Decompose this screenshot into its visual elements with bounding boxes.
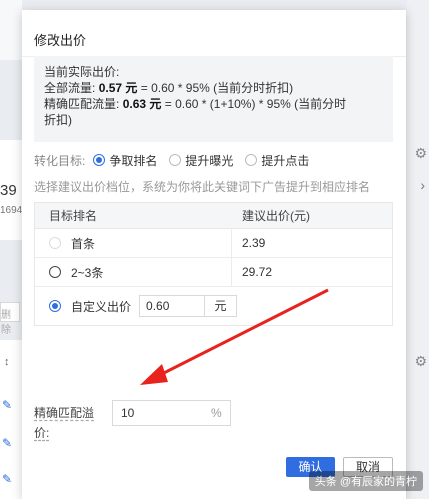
edit-bid-modal: 修改出价 当前实际出价: 全部流量: 0.57 元 = 0.60 * 95% (… <box>22 10 406 499</box>
bg-metric-value: 39 <box>0 182 17 199</box>
radio-selected-icon[interactable] <box>49 300 61 312</box>
table-row[interactable]: 2~3条 29.72 <box>35 258 392 287</box>
watermark: 头条 @有辰家的青柠 <box>308 471 423 491</box>
radio-empty-icon <box>245 154 258 166</box>
radio-empty-icon <box>169 154 182 166</box>
suggested-bid-table: 目标排名 建议出价(元) 首条 2.39 2~3条 29.72 自定义出价 0.… <box>34 202 393 326</box>
bg-strip <box>0 0 22 60</box>
current-price-panel: 当前实际出价: 全部流量: 0.57 元 = 0.60 * 95% (当前分时折… <box>34 56 393 142</box>
table-header: 目标排名 建议出价(元) <box>35 203 392 229</box>
exact-traffic-formula: = 0.60 * (1+10%) * 95% (当前分时 <box>164 97 347 111</box>
all-traffic-line: 全部流量: 0.57 元 = 0.60 * 95% (当前分时折扣) <box>44 80 383 96</box>
edit-icon[interactable]: ✎ <box>2 436 12 450</box>
radio-exposure[interactable]: 提升曝光 <box>169 152 233 169</box>
bg-delete-button[interactable]: 删除 <box>0 302 20 336</box>
exact-premium-unit: % <box>211 406 222 420</box>
custom-bid-input[interactable]: 0.60 <box>139 295 206 317</box>
exact-traffic-formula-cont: 折扣) <box>44 113 72 127</box>
custom-bid-unit: 元 <box>205 295 238 317</box>
radio-rank[interactable]: 争取排名 <box>93 152 157 169</box>
bg-right-panel <box>407 0 429 499</box>
all-traffic-formula: = 0.60 * 95% (当前分时折扣) <box>140 81 294 95</box>
radio-selected-icon <box>93 154 106 166</box>
header-target-rank: 目标排名 <box>49 209 98 223</box>
price-value: 29.72 <box>242 265 273 279</box>
chevron-right-icon[interactable]: › <box>420 177 425 193</box>
sort-icon[interactable]: ↕ <box>4 356 10 368</box>
gear-icon[interactable]: ⚙ <box>414 353 427 370</box>
gear-icon[interactable]: ⚙ <box>414 145 427 162</box>
radio-label: 提升曝光 <box>185 153 234 168</box>
conversion-target-label: 转化目标: <box>34 153 86 168</box>
exact-traffic-line: 精确匹配流量: 0.63 元 = 0.60 * (1+10%) * 95% (当… <box>44 96 383 112</box>
custom-bid-label: 自定义出价 <box>71 299 132 314</box>
all-traffic-value: 0.57 元 <box>98 81 138 95</box>
radio-click[interactable]: 提升点击 <box>245 152 309 169</box>
modal-title: 修改出价 <box>34 33 87 48</box>
edit-icon[interactable]: ✎ <box>2 398 12 412</box>
rank-label: 2~3条 <box>71 265 104 280</box>
radio-label: 提升点击 <box>261 153 310 168</box>
radio-empty-icon[interactable] <box>49 266 61 278</box>
edit-icon[interactable]: ✎ <box>2 472 12 486</box>
header-suggested-price: 建议出价(元) <box>242 209 310 223</box>
bg-metric-sub: 1694 <box>0 205 23 216</box>
table-row[interactable]: 首条 2.39 <box>35 229 392 258</box>
custom-bid-row[interactable]: 自定义出价 0.60 元 <box>35 287 392 325</box>
exact-premium-label: 精确匹配溢价: <box>34 406 95 440</box>
radio-label: 争取排名 <box>109 153 158 168</box>
conversion-target-group: 转化目标: 争取排名 提升曝光 提升点击 <box>34 150 321 170</box>
all-traffic-label: 全部流量: <box>44 81 96 95</box>
price-value: 2.39 <box>242 236 266 250</box>
bid-hint-text: 选择建议出价档位，系统为你将此关键词下广告提升到相应排名 <box>34 180 371 194</box>
radio-empty-icon[interactable] <box>49 237 61 249</box>
current-price-heading: 当前实际出价: <box>44 65 120 79</box>
rank-label: 首条 <box>71 236 96 251</box>
exact-traffic-value: 0.63 元 <box>122 97 162 111</box>
exact-traffic-label: 精确匹配流量: <box>44 97 120 111</box>
